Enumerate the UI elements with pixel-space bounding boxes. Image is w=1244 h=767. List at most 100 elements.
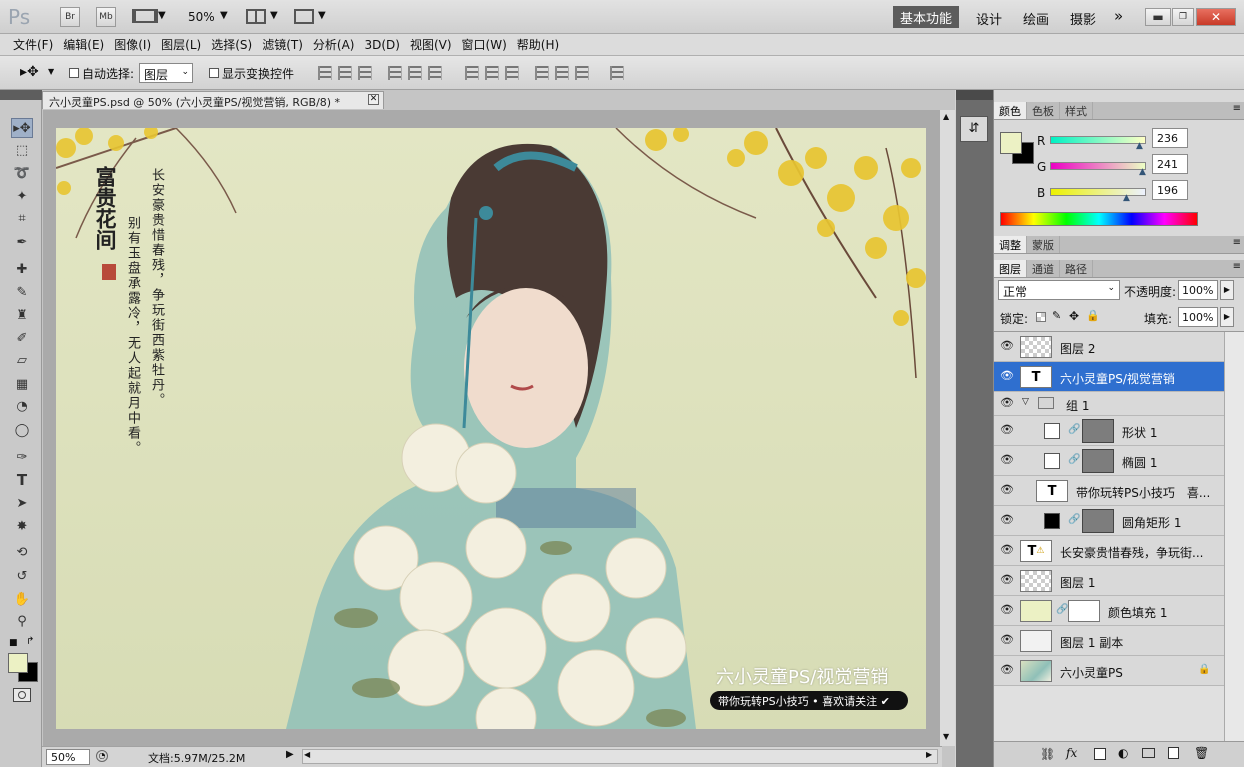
tab-masks[interactable]: 蒙版 — [1027, 236, 1060, 253]
layer-row[interactable]: 👁 图层 2 — [994, 332, 1224, 362]
menu-select[interactable]: 选择(S) — [206, 36, 257, 53]
menu-layer[interactable]: 图层(L) — [156, 36, 206, 53]
eye-icon[interactable]: 👁 — [1000, 370, 1014, 381]
status-info-icon[interactable]: ◔ — [96, 750, 108, 762]
layer-row[interactable]: 👁 🔗 形状 1 — [994, 416, 1224, 446]
lock-transparency-icon[interactable] — [1036, 312, 1046, 322]
layer-row[interactable]: 👁 六小灵童PS 🔒 — [994, 656, 1224, 686]
quick-mask-icon[interactable] — [13, 688, 31, 702]
color-fg-swatch[interactable] — [1000, 132, 1022, 154]
gradient-icon[interactable]: ▦ — [11, 374, 33, 394]
eye-icon[interactable]: 👁 — [1000, 544, 1014, 555]
3d-rotate-icon[interactable]: ⟲ — [11, 542, 33, 562]
b-slider-thumb-icon[interactable]: ▲ — [1123, 193, 1130, 203]
tab-swatches[interactable]: 色板 — [1027, 102, 1060, 119]
eye-icon[interactable]: 👁 — [1000, 514, 1014, 525]
crop-icon[interactable]: ⌗ — [11, 208, 33, 228]
mini-bridge-button[interactable]: Mb — [96, 7, 116, 27]
blur-icon[interactable]: ◔ — [11, 396, 33, 416]
expand-triangle-icon[interactable]: ▽ — [1022, 397, 1029, 407]
menu-window[interactable]: 窗口(W) — [457, 36, 512, 53]
workspace-essentials[interactable]: 基本功能 — [893, 6, 959, 28]
fill-field[interactable]: 100% — [1178, 307, 1218, 327]
screen-mode-icon[interactable] — [294, 9, 314, 24]
align-right-icon[interactable] — [428, 66, 442, 80]
layer-row[interactable]: 👁 T 六小灵童PS/视觉营销 — [994, 362, 1224, 392]
lasso-icon[interactable]: ➰ — [11, 163, 33, 183]
chevron-down-icon[interactable]: ▼ — [220, 10, 228, 21]
r-slider[interactable] — [1050, 136, 1146, 144]
tab-adjustments[interactable]: 调整 — [994, 236, 1027, 253]
close-button[interactable]: ✕ — [1196, 8, 1236, 26]
stamp-icon[interactable]: ♜ — [11, 305, 33, 325]
lock-position-icon[interactable]: ✥ — [1069, 309, 1079, 323]
color-spectrum-ramp[interactable] — [1000, 212, 1198, 226]
panel-menu-icon[interactable]: ≡ — [1233, 103, 1241, 114]
add-mask-icon[interactable] — [1094, 748, 1106, 760]
g-value-field[interactable]: 241 — [1152, 154, 1188, 174]
distribute-top-icon[interactable] — [465, 66, 479, 80]
workspace-photography[interactable]: 摄影 — [1070, 9, 1096, 28]
distribute-vcenter-icon[interactable] — [485, 66, 499, 80]
dodge-icon[interactable]: ◯ — [11, 420, 33, 440]
shape-icon[interactable]: ✸ — [11, 516, 33, 536]
eyedropper-icon[interactable]: ✒ — [11, 232, 33, 252]
eye-icon[interactable]: 👁 — [1000, 454, 1014, 465]
lock-all-icon[interactable]: 🔒 — [1086, 309, 1100, 322]
menu-edit[interactable]: 编辑(E) — [58, 36, 109, 53]
menu-image[interactable]: 图像(I) — [109, 36, 156, 53]
layer-row[interactable]: 👁 🔗 椭圆 1 — [994, 446, 1224, 476]
menu-view[interactable]: 视图(V) — [405, 36, 457, 53]
more-workspaces-icon[interactable]: » — [1114, 7, 1123, 25]
trash-icon[interactable]: 🗑 — [1194, 746, 1209, 760]
eye-icon[interactable]: 👁 — [1000, 484, 1014, 495]
3d-orbit-icon[interactable]: ↺ — [11, 566, 33, 586]
align-top-icon[interactable] — [318, 66, 332, 80]
move-tool-icon[interactable]: ▸✥ — [11, 118, 33, 138]
layers-scrollbar[interactable] — [1224, 332, 1244, 742]
r-value-field[interactable]: 236 — [1152, 128, 1188, 148]
chevron-down-icon[interactable]: ▼ — [318, 10, 326, 21]
workspace-design[interactable]: 设计 — [976, 9, 1002, 28]
swap-colors-icon[interactable]: ↱ — [26, 636, 34, 647]
menu-analysis[interactable]: 分析(A) — [308, 36, 360, 53]
eraser-icon[interactable]: ▱ — [11, 350, 33, 370]
auto-select-dropdown[interactable]: 图层 ⌄ — [139, 63, 193, 83]
distribute-bottom-icon[interactable] — [505, 66, 519, 80]
blend-mode-select[interactable]: 正常 ⌄ — [998, 280, 1120, 300]
chevron-down-icon[interactable]: ▼ — [48, 67, 54, 76]
eye-icon[interactable]: 👁 — [1000, 340, 1014, 351]
scroll-down-icon[interactable]: ▼ — [943, 732, 949, 741]
view-extras-icon[interactable] — [132, 9, 158, 23]
b-value-field[interactable]: 196 — [1152, 180, 1188, 200]
chevron-down-icon[interactable]: ▼ — [158, 10, 166, 21]
g-slider[interactable] — [1050, 162, 1146, 170]
pen-icon[interactable]: ✑ — [11, 447, 33, 467]
path-select-icon[interactable]: ➤ — [11, 493, 33, 513]
g-slider-thumb-icon[interactable]: ▲ — [1139, 167, 1146, 177]
new-group-icon[interactable] — [1142, 748, 1155, 758]
new-layer-icon[interactable] — [1168, 747, 1179, 759]
quick-select-icon[interactable]: ✦ — [11, 186, 33, 206]
distribute-hcenter-icon[interactable] — [555, 66, 569, 80]
align-vcenter-icon[interactable] — [338, 66, 352, 80]
restore-button[interactable]: ❐ — [1172, 8, 1194, 26]
move-tool-preset-icon[interactable]: ▸✥ — [20, 64, 39, 80]
status-menu-arrow-icon[interactable]: ▶ — [286, 749, 294, 760]
distribute-left-icon[interactable] — [535, 66, 549, 80]
chevron-down-icon[interactable]: ▼ — [270, 10, 278, 21]
history-panel-icon[interactable]: ⇵ — [960, 116, 988, 142]
arrange-documents-icon[interactable] — [246, 9, 266, 24]
b-slider[interactable] — [1050, 188, 1146, 196]
brush-icon[interactable]: ✎ — [11, 282, 33, 302]
healing-brush-icon[interactable]: ✚ — [11, 259, 33, 279]
layer-row[interactable]: 👁 T 带你玩转PS小技巧 喜... — [994, 476, 1224, 506]
opacity-field[interactable]: 100% — [1178, 280, 1218, 300]
layer-row[interactable]: 👁 图层 1 副本 — [994, 626, 1224, 656]
zoom-level-select[interactable]: 50% — [188, 10, 215, 24]
minimize-button[interactable]: ▬ — [1145, 8, 1171, 26]
zoom-field[interactable]: 50% — [46, 749, 90, 765]
history-brush-icon[interactable]: ✐ — [11, 328, 33, 348]
auto-align-icon[interactable] — [610, 66, 624, 80]
panel-menu-icon[interactable]: ≡ — [1233, 261, 1241, 272]
